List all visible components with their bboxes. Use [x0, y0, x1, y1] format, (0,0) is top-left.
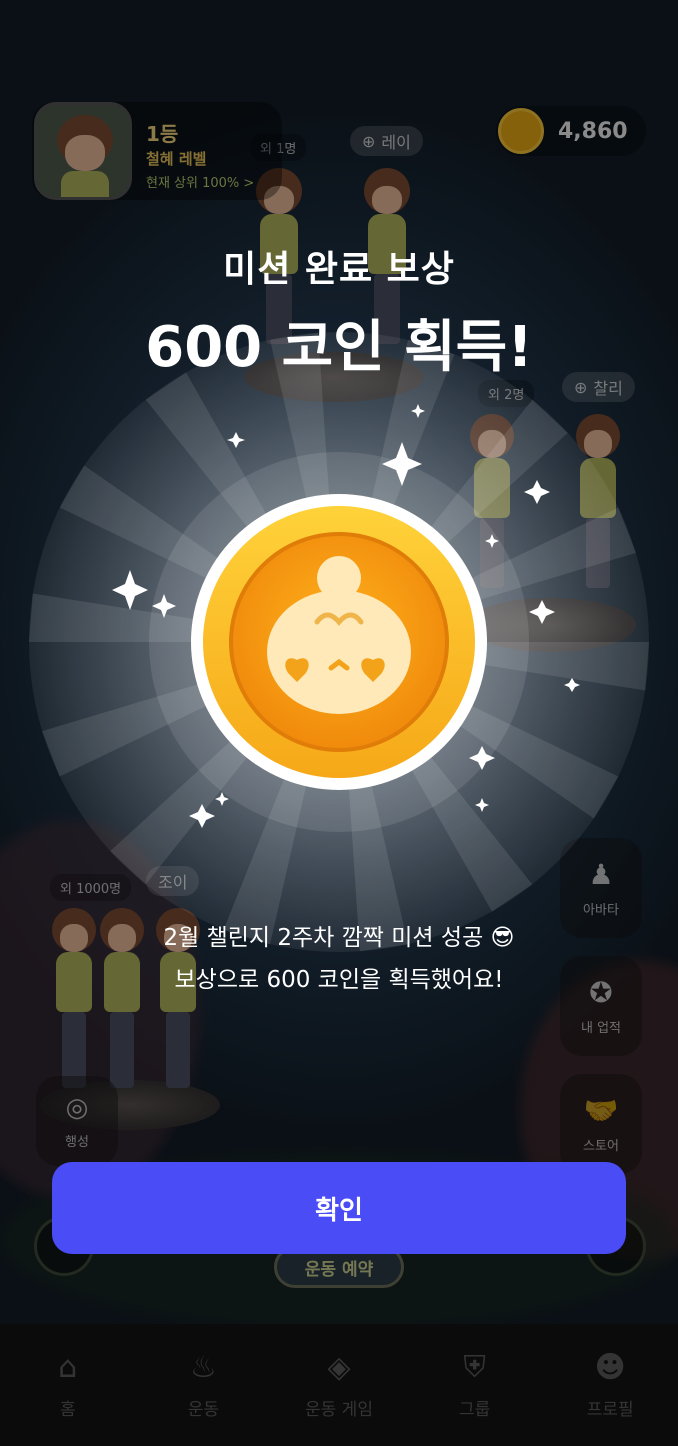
coin-reward-icon [191, 494, 487, 790]
confirm-button[interactable]: 확인 [52, 1162, 626, 1254]
reward-subtitle: 미션 완료 보상 [223, 249, 455, 290]
reward-description-line-2: 보상으로 600 코인을 획득했어요! [174, 967, 504, 993]
reward-description-line-1: 2월 챌린지 2주차 깜짝 미션 성공 😎 [163, 925, 515, 951]
